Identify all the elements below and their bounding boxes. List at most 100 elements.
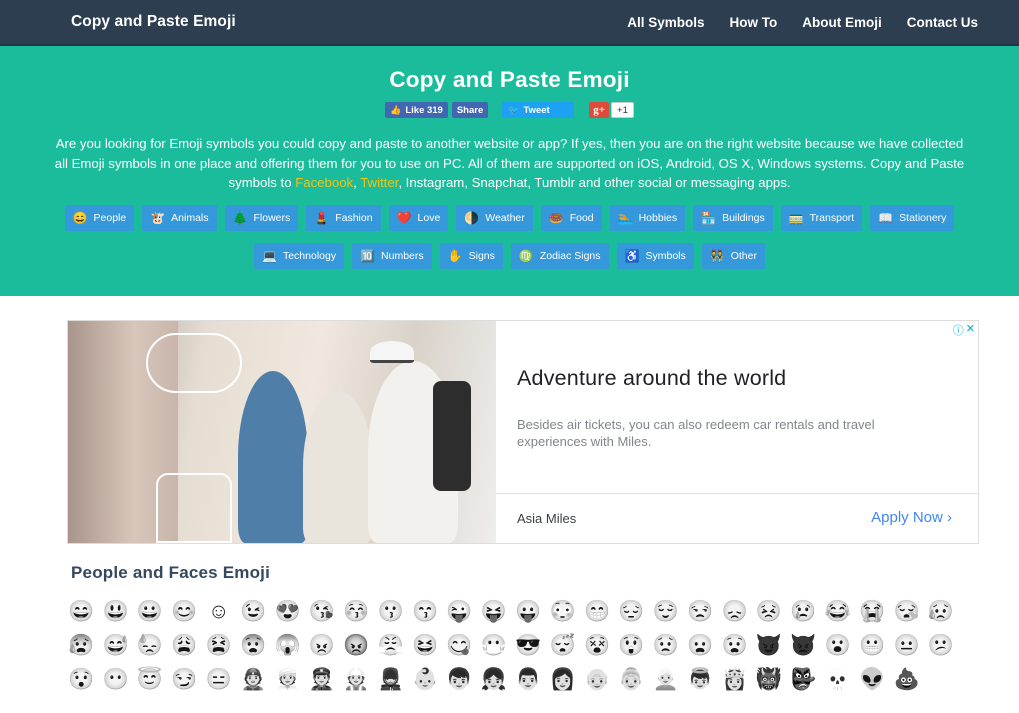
emoji-item[interactable]: 😈 (752, 628, 786, 662)
emoji-item[interactable]: 😛 (511, 594, 545, 628)
emoji-item[interactable]: 👳 (270, 662, 304, 696)
emoji-item[interactable]: 😀 (133, 594, 167, 628)
emoji-item[interactable]: 😐 (889, 628, 923, 662)
emoji-item[interactable]: 😉 (236, 594, 270, 628)
emoji-item[interactable]: 😗 (374, 594, 408, 628)
facebook-link[interactable]: Facebook (295, 175, 353, 190)
emoji-item[interactable]: 😇 (133, 662, 167, 696)
emoji-item[interactable]: 😏 (167, 662, 201, 696)
emoji-item[interactable]: 😒 (683, 594, 717, 628)
emoji-item[interactable]: 👽 (855, 662, 889, 696)
emoji-item[interactable]: 😋 (442, 628, 476, 662)
emoji-item[interactable]: 😊 (167, 594, 201, 628)
emoji-item[interactable]: 😧 (717, 628, 751, 662)
emoji-item[interactable]: 👹 (752, 662, 786, 696)
emoji-item[interactable]: 👦 (442, 662, 476, 696)
emoji-item[interactable]: 😘 (305, 594, 339, 628)
emoji-item[interactable]: 😶 (98, 662, 132, 696)
emoji-item[interactable]: 😅 (98, 628, 132, 662)
emoji-item[interactable]: 👩 (545, 662, 579, 696)
emoji-item[interactable]: 😜 (442, 594, 476, 628)
ad-info-icon[interactable]: ⓘ (953, 322, 964, 338)
emoji-item[interactable]: 😦 (683, 628, 717, 662)
emoji-item[interactable]: 💀 (821, 662, 855, 696)
category-button-fashion[interactable]: 💄 Fashion (306, 204, 381, 231)
nav-how-to[interactable]: How To (729, 15, 777, 30)
nav-all-symbols[interactable]: All Symbols (627, 15, 704, 30)
twitter-link[interactable]: Twitter (360, 175, 398, 190)
emoji-item[interactable]: 💂 (374, 662, 408, 696)
category-button-people[interactable]: 😄 People (64, 204, 135, 231)
facebook-like-button[interactable]: 👍 Like 319 (385, 102, 448, 118)
emoji-item[interactable]: 😥 (924, 594, 958, 628)
google-plus-button[interactable]: g+ (589, 102, 610, 118)
emoji-item[interactable]: 😎 (511, 628, 545, 662)
facebook-share-button[interactable]: Share (451, 102, 489, 118)
category-button-symbols[interactable]: ♿ Symbols (616, 242, 694, 269)
emoji-item[interactable]: 👲 (236, 662, 270, 696)
emoji-item[interactable]: 😆 (408, 628, 442, 662)
emoji-item[interactable]: 😮 (821, 628, 855, 662)
emoji-item[interactable]: 👨 (511, 662, 545, 696)
emoji-item[interactable]: 😕 (924, 628, 958, 662)
ad-headline[interactable]: Adventure around the world (517, 366, 786, 391)
emoji-item[interactable]: 😨 (236, 628, 270, 662)
emoji-item[interactable]: 😢 (786, 594, 820, 628)
category-button-hobbies[interactable]: 🏊 Hobbies (609, 204, 686, 231)
category-button-other[interactable]: 👯 Other (701, 242, 765, 269)
emoji-item[interactable]: 😯 (64, 662, 98, 696)
advertisement[interactable]: ⓘ ✕ Adventure around the world Besides a… (67, 320, 979, 544)
category-button-stationery[interactable]: 📖 Stationery (870, 204, 955, 231)
emoji-item[interactable]: 💩 (889, 662, 923, 696)
emoji-item[interactable]: 😫 (202, 628, 236, 662)
emoji-item[interactable]: 😵 (580, 628, 614, 662)
emoji-item[interactable]: 👿 (786, 628, 820, 662)
emoji-item[interactable]: 😓 (133, 628, 167, 662)
emoji-item[interactable]: 😷 (477, 628, 511, 662)
category-button-animals[interactable]: 🐮 Animals (142, 204, 217, 231)
emoji-item[interactable]: 😠 (305, 628, 339, 662)
category-button-zodiac-signs[interactable]: ♍ Zodiac Signs (510, 242, 609, 269)
category-button-technology[interactable]: 💻 Technology (254, 242, 345, 269)
emoji-item[interactable]: 😞 (717, 594, 751, 628)
nav-about-emoji[interactable]: About Emoji (802, 15, 882, 30)
emoji-item[interactable]: 😡 (339, 628, 373, 662)
emoji-item[interactable]: 👷 (339, 662, 373, 696)
emoji-item[interactable]: 👼 (683, 662, 717, 696)
emoji-item[interactable]: 😴 (545, 628, 579, 662)
category-button-food[interactable]: 🍩 Food (540, 204, 602, 231)
emoji-item[interactable]: 👧 (477, 662, 511, 696)
emoji-item[interactable]: 😬 (855, 628, 889, 662)
emoji-item[interactable]: 😃 (98, 594, 132, 628)
emoji-item[interactable]: 😟 (649, 628, 683, 662)
emoji-item[interactable]: 😚 (339, 594, 373, 628)
emoji-item[interactable]: 👶 (408, 662, 442, 696)
site-logo-link[interactable]: Copy and Paste Emoji (71, 13, 236, 31)
category-button-signs[interactable]: ✋ Signs (439, 242, 503, 269)
emoji-item[interactable]: 😄 (64, 594, 98, 628)
emoji-item[interactable]: 😍 (270, 594, 304, 628)
emoji-item[interactable]: ☺ (202, 594, 236, 628)
emoji-item[interactable]: 👱 (649, 662, 683, 696)
emoji-item[interactable]: 😝 (477, 594, 511, 628)
emoji-item[interactable]: 😰 (64, 628, 98, 662)
category-button-transport[interactable]: 🚃 Transport (780, 204, 863, 231)
emoji-item[interactable]: 😂 (821, 594, 855, 628)
emoji-item[interactable]: 👺 (786, 662, 820, 696)
ad-close-icon[interactable]: ✕ (966, 322, 975, 338)
emoji-item[interactable]: 😔 (614, 594, 648, 628)
emoji-item[interactable]: 👮 (305, 662, 339, 696)
ad-apply-now-button[interactable]: Apply Now › (871, 509, 952, 526)
emoji-item[interactable]: 😭 (855, 594, 889, 628)
emoji-item[interactable]: 😤 (374, 628, 408, 662)
tweet-button[interactable]: 🐦 Tweet (502, 102, 575, 118)
nav-contact-us[interactable]: Contact Us (907, 15, 978, 30)
emoji-item[interactable]: 😣 (752, 594, 786, 628)
category-button-numbers[interactable]: 🔟 Numbers (352, 242, 432, 269)
emoji-item[interactable]: 😳 (545, 594, 579, 628)
emoji-item[interactable]: 😲 (614, 628, 648, 662)
emoji-item[interactable]: 😱 (270, 628, 304, 662)
category-button-weather[interactable]: 🌗 Weather (456, 204, 533, 231)
emoji-item[interactable]: 😩 (167, 628, 201, 662)
emoji-item[interactable]: 👴 (580, 662, 614, 696)
